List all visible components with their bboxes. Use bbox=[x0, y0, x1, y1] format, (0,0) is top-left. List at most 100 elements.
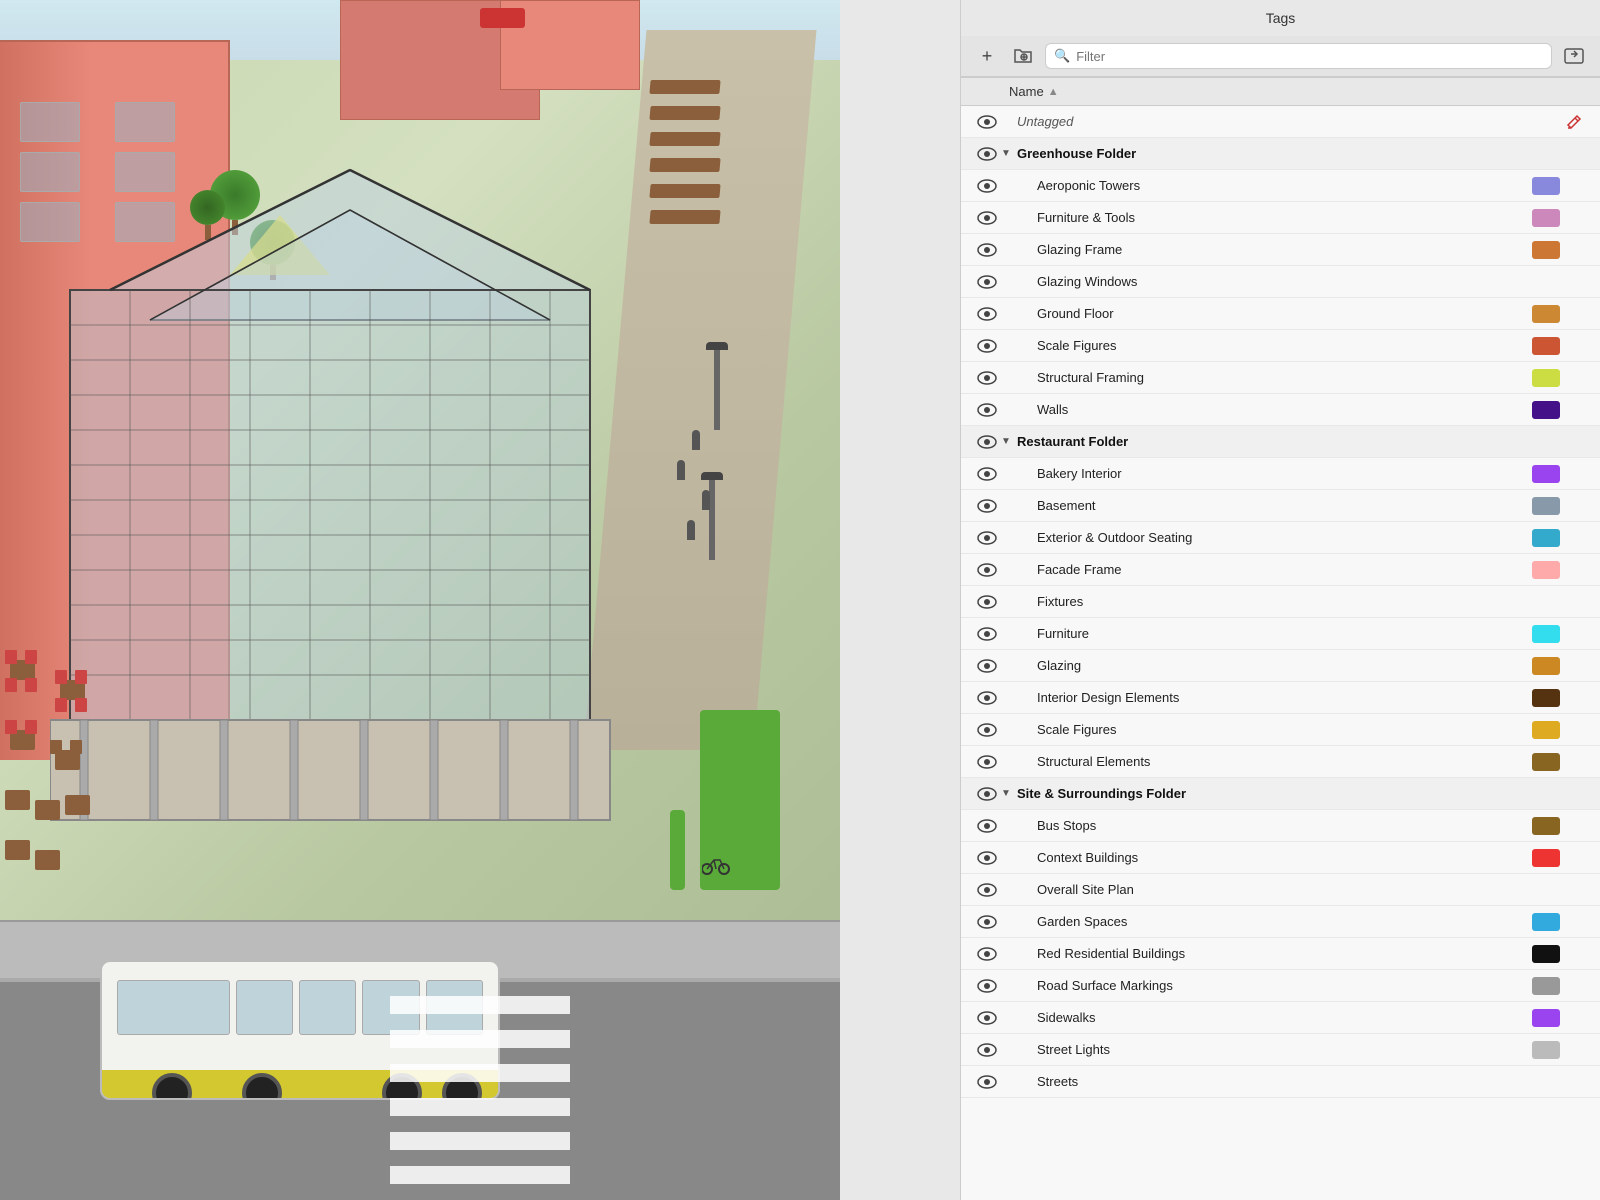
tag-color-interior-design[interactable] bbox=[1532, 689, 1560, 707]
tag-eye-untagged[interactable] bbox=[973, 115, 1001, 129]
tag-row-furniture[interactable]: Furniture bbox=[961, 618, 1600, 650]
tag-color-bus-stops[interactable] bbox=[1532, 817, 1560, 835]
search-input[interactable] bbox=[1076, 49, 1543, 64]
tag-eye-scale-figures-g[interactable] bbox=[973, 339, 1001, 353]
folder-arrow-restaurant-folder[interactable]: ▼ bbox=[1001, 436, 1017, 447]
tag-color-ground-floor[interactable] bbox=[1532, 305, 1560, 323]
tag-eye-bus-stops[interactable] bbox=[973, 819, 1001, 833]
tag-eye-structural-elements[interactable] bbox=[973, 755, 1001, 769]
tag-eye-furniture[interactable] bbox=[973, 627, 1001, 641]
tag-row-glazing-windows[interactable]: Glazing Windows bbox=[961, 266, 1600, 298]
street-light-2 bbox=[709, 480, 715, 560]
tag-eye-greenhouse-folder[interactable] bbox=[973, 147, 1001, 161]
tag-color-structural-framing[interactable] bbox=[1532, 369, 1560, 387]
tag-color-bakery-interior[interactable] bbox=[1532, 465, 1560, 483]
tag-eye-aeroponic-towers[interactable] bbox=[973, 179, 1001, 193]
tag-eye-garden-spaces[interactable] bbox=[973, 915, 1001, 929]
tag-row-site-surroundings-folder[interactable]: ▼Site & Surroundings Folder bbox=[961, 778, 1600, 810]
tag-label-aeroponic-towers: Aeroponic Towers bbox=[1037, 178, 1528, 193]
tag-row-bus-stops[interactable]: Bus Stops bbox=[961, 810, 1600, 842]
tag-eye-sidewalks[interactable] bbox=[973, 1011, 1001, 1025]
tag-row-context-buildings[interactable]: Context Buildings bbox=[961, 842, 1600, 874]
tag-color-scale-figures-g[interactable] bbox=[1532, 337, 1560, 355]
tag-eye-glazing[interactable] bbox=[973, 659, 1001, 673]
tag-color-road-surface[interactable] bbox=[1532, 977, 1560, 995]
tag-row-bakery-interior[interactable]: Bakery Interior bbox=[961, 458, 1600, 490]
tag-row-garden-spaces[interactable]: Garden Spaces bbox=[961, 906, 1600, 938]
search-icon: 🔍 bbox=[1054, 48, 1070, 64]
tag-eye-walls[interactable] bbox=[973, 403, 1001, 417]
tag-eye-site-surroundings-folder[interactable] bbox=[973, 787, 1001, 801]
tag-row-scale-figures-g[interactable]: Scale Figures bbox=[961, 330, 1600, 362]
folder-arrow-site-surroundings-folder[interactable]: ▼ bbox=[1001, 788, 1017, 799]
tag-eye-interior-design[interactable] bbox=[973, 691, 1001, 705]
tag-color-exterior-outdoor-seating[interactable] bbox=[1532, 529, 1560, 547]
tag-eye-glazing-frame[interactable] bbox=[973, 243, 1001, 257]
tag-color-walls[interactable] bbox=[1532, 401, 1560, 419]
tag-color-scale-figures-r[interactable] bbox=[1532, 721, 1560, 739]
tag-color-structural-elements[interactable] bbox=[1532, 753, 1560, 771]
tags-list[interactable]: Untagged ▼Greenhouse Folder Aeroponic To… bbox=[961, 106, 1600, 1200]
tag-color-sidewalks[interactable] bbox=[1532, 1009, 1560, 1027]
tag-eye-red-residential[interactable] bbox=[973, 947, 1001, 961]
tag-eye-glazing-windows[interactable] bbox=[973, 275, 1001, 289]
add-folder-button[interactable] bbox=[1009, 42, 1037, 70]
tag-color-glazing[interactable] bbox=[1532, 657, 1560, 675]
tag-color-basement[interactable] bbox=[1532, 497, 1560, 515]
tag-label-untagged: Untagged bbox=[1017, 114, 1532, 129]
tag-row-furniture-tools[interactable]: Furniture & Tools bbox=[961, 202, 1600, 234]
tag-color-glazing-frame[interactable] bbox=[1532, 241, 1560, 259]
tag-edit-untagged[interactable] bbox=[1560, 114, 1588, 130]
tag-eye-facade-frame[interactable] bbox=[973, 563, 1001, 577]
tag-row-overall-site-plan[interactable]: Overall Site Plan bbox=[961, 874, 1600, 906]
tag-row-greenhouse-folder[interactable]: ▼Greenhouse Folder bbox=[961, 138, 1600, 170]
tag-color-furniture[interactable] bbox=[1532, 625, 1560, 643]
export-button[interactable] bbox=[1560, 42, 1588, 70]
add-tag-button[interactable]: + bbox=[973, 42, 1001, 70]
tag-row-restaurant-folder[interactable]: ▼Restaurant Folder bbox=[961, 426, 1600, 458]
tag-row-scale-figures-r[interactable]: Scale Figures bbox=[961, 714, 1600, 746]
tag-eye-context-buildings[interactable] bbox=[973, 851, 1001, 865]
tag-row-fixtures[interactable]: Fixtures bbox=[961, 586, 1600, 618]
tag-eye-overall-site-plan[interactable] bbox=[973, 883, 1001, 897]
tag-row-basement[interactable]: Basement bbox=[961, 490, 1600, 522]
tag-eye-furniture-tools[interactable] bbox=[973, 211, 1001, 225]
tag-row-road-surface[interactable]: Road Surface Markings bbox=[961, 970, 1600, 1002]
tag-eye-basement[interactable] bbox=[973, 499, 1001, 513]
tag-eye-fixtures[interactable] bbox=[973, 595, 1001, 609]
tag-row-interior-design[interactable]: Interior Design Elements bbox=[961, 682, 1600, 714]
tag-color-furniture-tools[interactable] bbox=[1532, 209, 1560, 227]
tag-row-streets[interactable]: Streets bbox=[961, 1066, 1600, 1098]
tag-eye-road-surface[interactable] bbox=[973, 979, 1001, 993]
tag-color-garden-spaces[interactable] bbox=[1532, 913, 1560, 931]
tag-eye-streets[interactable] bbox=[973, 1075, 1001, 1089]
col-name-header[interactable]: Name ▲ bbox=[1009, 84, 1516, 99]
folder-arrow-greenhouse-folder[interactable]: ▼ bbox=[1001, 148, 1017, 159]
tag-label-basement: Basement bbox=[1037, 498, 1528, 513]
tag-row-glazing-frame[interactable]: Glazing Frame bbox=[961, 234, 1600, 266]
tag-color-red-residential[interactable] bbox=[1532, 945, 1560, 963]
tag-color-aeroponic-towers[interactable] bbox=[1532, 177, 1560, 195]
tag-row-untagged[interactable]: Untagged bbox=[961, 106, 1600, 138]
tag-row-red-residential[interactable]: Red Residential Buildings bbox=[961, 938, 1600, 970]
tag-row-structural-elements[interactable]: Structural Elements bbox=[961, 746, 1600, 778]
tag-row-walls[interactable]: Walls bbox=[961, 394, 1600, 426]
tag-eye-exterior-outdoor-seating[interactable] bbox=[973, 531, 1001, 545]
tag-color-context-buildings[interactable] bbox=[1532, 849, 1560, 867]
tag-row-sidewalks[interactable]: Sidewalks bbox=[961, 1002, 1600, 1034]
tag-row-glazing[interactable]: Glazing bbox=[961, 650, 1600, 682]
tag-row-street-lights[interactable]: Street Lights bbox=[961, 1034, 1600, 1066]
tag-color-facade-frame[interactable] bbox=[1532, 561, 1560, 579]
tag-row-structural-framing[interactable]: Structural Framing bbox=[961, 362, 1600, 394]
tag-eye-structural-framing[interactable] bbox=[973, 371, 1001, 385]
tag-row-exterior-outdoor-seating[interactable]: Exterior & Outdoor Seating bbox=[961, 522, 1600, 554]
tag-row-aeroponic-towers[interactable]: Aeroponic Towers bbox=[961, 170, 1600, 202]
tag-eye-scale-figures-r[interactable] bbox=[973, 723, 1001, 737]
tag-eye-street-lights[interactable] bbox=[973, 1043, 1001, 1057]
tag-row-ground-floor[interactable]: Ground Floor bbox=[961, 298, 1600, 330]
tag-eye-ground-floor[interactable] bbox=[973, 307, 1001, 321]
tag-color-street-lights[interactable] bbox=[1532, 1041, 1560, 1059]
tag-row-facade-frame[interactable]: Facade Frame bbox=[961, 554, 1600, 586]
tag-eye-restaurant-folder[interactable] bbox=[973, 435, 1001, 449]
tag-eye-bakery-interior[interactable] bbox=[973, 467, 1001, 481]
